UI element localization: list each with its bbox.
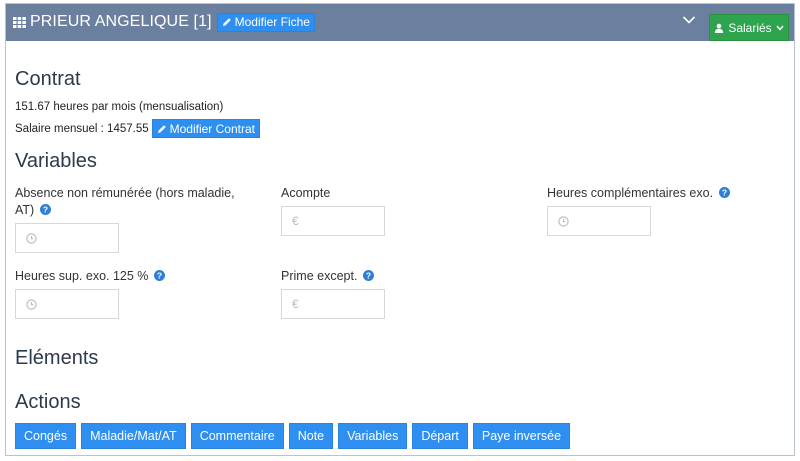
employee-panel: PRIEUR ANGELIQUE [1] Modifier Fiche Sala… — [5, 3, 795, 456]
overtime-field[interactable] — [43, 297, 113, 311]
deposit-input[interactable]: € — [281, 206, 385, 236]
salary-row: Salaire mensuel : 1457.55 Modifier Contr… — [15, 119, 260, 138]
leave-button[interactable]: Congés — [15, 423, 77, 449]
elements-section-title: Eléments — [15, 347, 99, 369]
deposit-field[interactable] — [304, 214, 375, 228]
extra-hours-input[interactable] — [547, 206, 651, 236]
departure-button[interactable]: Départ — [412, 423, 468, 449]
caret-down-icon — [776, 25, 784, 31]
extra-hours-field[interactable] — [575, 214, 645, 228]
reverse-pay-button[interactable]: Paye inversée — [472, 423, 571, 449]
modify-contract-label: Modifier Contrat — [169, 121, 255, 136]
bonus-field[interactable] — [304, 297, 375, 311]
employee-name-title: PRIEUR ANGELIQUE [1] — [30, 13, 212, 30]
actions-section-title: Actions — [15, 391, 81, 413]
overtime-label: Heures sup. exo. 125 % — [15, 269, 149, 283]
overtime-label-row: Heures sup. exo. 125 % ? — [15, 268, 165, 285]
contract-section-title: Contrat — [15, 68, 81, 90]
svg-text:?: ? — [721, 188, 726, 198]
absence-field[interactable] — [43, 231, 113, 245]
employees-label: Salariés — [728, 20, 772, 35]
svg-text:?: ? — [366, 271, 371, 281]
chevron-down-icon[interactable] — [682, 15, 696, 25]
user-icon — [715, 23, 724, 33]
extra-hours-label-row: Heures complémentaires exo. ? — [547, 185, 730, 202]
comment-button[interactable]: Commentaire — [190, 423, 284, 449]
bonus-label-row: Prime except. ? — [281, 268, 374, 285]
help-icon[interactable]: ? — [718, 187, 730, 198]
help-icon[interactable]: ? — [153, 270, 165, 281]
overtime-input[interactable] — [15, 289, 119, 319]
bonus-input[interactable]: € — [281, 289, 385, 319]
note-button[interactable]: Note — [288, 423, 334, 449]
help-icon[interactable]: ? — [39, 204, 51, 215]
salary-text: Salaire mensuel : 1457.55 — [15, 122, 149, 135]
sickness-button[interactable]: Maladie/Mat/AT — [81, 423, 186, 449]
clock-icon — [26, 298, 37, 310]
absence-label-line2: AT) — [15, 203, 35, 217]
panel-header: PRIEUR ANGELIQUE [1] Modifier Fiche Sala… — [6, 4, 794, 41]
svg-text:?: ? — [43, 205, 48, 215]
variables-button[interactable]: Variables — [338, 423, 408, 449]
grid-icon — [13, 16, 26, 28]
absence-label: Absence non rémunérée (hors maladie, AT)… — [15, 185, 265, 219]
employees-dropdown-button[interactable]: Salariés — [709, 14, 789, 41]
actions-toolbar: Congés Maladie/Mat/AT Commentaire Note V… — [15, 423, 571, 449]
extra-hours-label: Heures complémentaires exo. — [547, 186, 714, 200]
modify-sheet-button[interactable]: Modifier Fiche — [216, 12, 315, 32]
pencil-icon — [222, 18, 231, 26]
variables-section-title: Variables — [15, 150, 97, 172]
clock-icon — [558, 215, 569, 227]
title-group: PRIEUR ANGELIQUE [1] Modifier Fiche — [13, 11, 315, 33]
hours-text: 151.67 heures par mois (mensualisation) — [15, 101, 224, 113]
deposit-label: Acompte — [281, 186, 331, 200]
svg-text:?: ? — [157, 271, 162, 281]
pencil-icon — [157, 124, 166, 133]
clock-icon — [26, 232, 37, 244]
absence-label-line1: Absence non rémunérée (hors maladie, — [15, 186, 235, 200]
modify-sheet-label: Modifier Fiche — [234, 15, 310, 29]
euro-icon: € — [292, 297, 299, 311]
bonus-label: Prime except. — [281, 269, 358, 283]
absence-input[interactable] — [15, 223, 119, 253]
modify-contract-button[interactable]: Modifier Contrat — [151, 119, 260, 138]
euro-icon: € — [292, 214, 299, 228]
absence-label-line2-row: AT) ? — [15, 202, 265, 219]
help-icon[interactable]: ? — [362, 270, 374, 281]
